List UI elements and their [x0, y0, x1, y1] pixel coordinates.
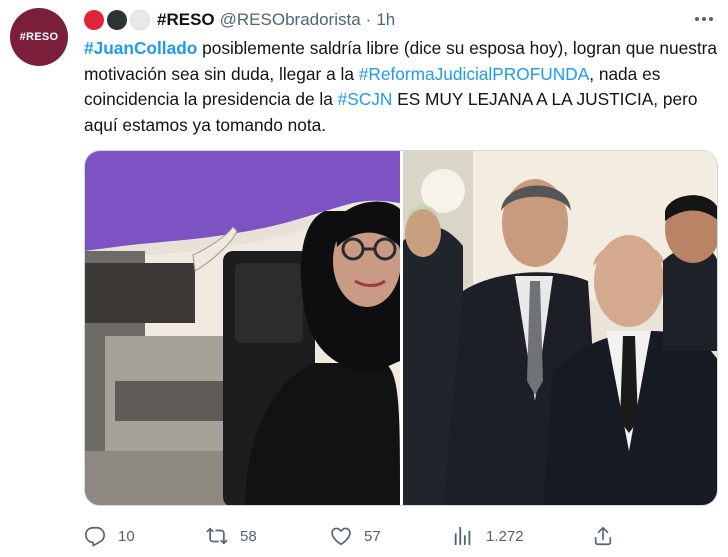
- photo-right[interactable]: [403, 151, 717, 505]
- reply-icon: [85, 526, 105, 547]
- photo-right-illustration: [403, 151, 717, 505]
- tweet-header: #RESO @RESObradorista · 1h: [84, 8, 395, 32]
- separator: ·: [365, 10, 372, 29]
- like-icon: [331, 527, 351, 546]
- views-icon: [454, 526, 471, 546]
- views-count: 1.272: [486, 527, 524, 545]
- retweet-icon: [206, 527, 228, 545]
- display-name[interactable]: #RESO: [157, 10, 215, 30]
- tweet-text: #JuanCollado posiblemente saldría libre …: [84, 36, 720, 138]
- share-button[interactable]: [592, 522, 614, 550]
- reply-count: 10: [118, 527, 135, 545]
- photo-left-illustration: [85, 151, 400, 505]
- more-icon[interactable]: [690, 9, 718, 29]
- hashtag-link[interactable]: #JuanCollado: [84, 38, 197, 58]
- retweet-button[interactable]: 58: [206, 522, 257, 550]
- red-circle-icon: [84, 10, 104, 30]
- black-circle-icon: [107, 10, 127, 30]
- like-button[interactable]: 57: [330, 522, 381, 550]
- media-grid[interactable]: [84, 150, 718, 506]
- avatar-label: #RESO: [19, 31, 59, 43]
- name-emoji-dots: [84, 10, 150, 30]
- hashtag-link[interactable]: #ReformaJudicialPROFUNDA: [359, 64, 589, 84]
- retweet-count: 58: [240, 527, 257, 545]
- tweet-card[interactable]: #RESO #RESO @RESObradorista · 1h #JuanCo…: [0, 0, 728, 557]
- hashtag-link[interactable]: #SCJN: [338, 89, 393, 109]
- timestamp[interactable]: 1h: [376, 10, 395, 30]
- white-circle-icon: [130, 10, 150, 30]
- reply-button[interactable]: 10: [84, 522, 135, 550]
- user-handle[interactable]: @RESObradorista: [220, 10, 361, 30]
- avatar[interactable]: #RESO: [10, 8, 68, 66]
- tweet-actions: 10 58 57 1.272: [84, 522, 720, 550]
- share-icon: [594, 526, 612, 546]
- photo-left[interactable]: [85, 151, 400, 505]
- like-count: 57: [364, 527, 381, 545]
- views-button[interactable]: 1.272: [452, 522, 524, 550]
